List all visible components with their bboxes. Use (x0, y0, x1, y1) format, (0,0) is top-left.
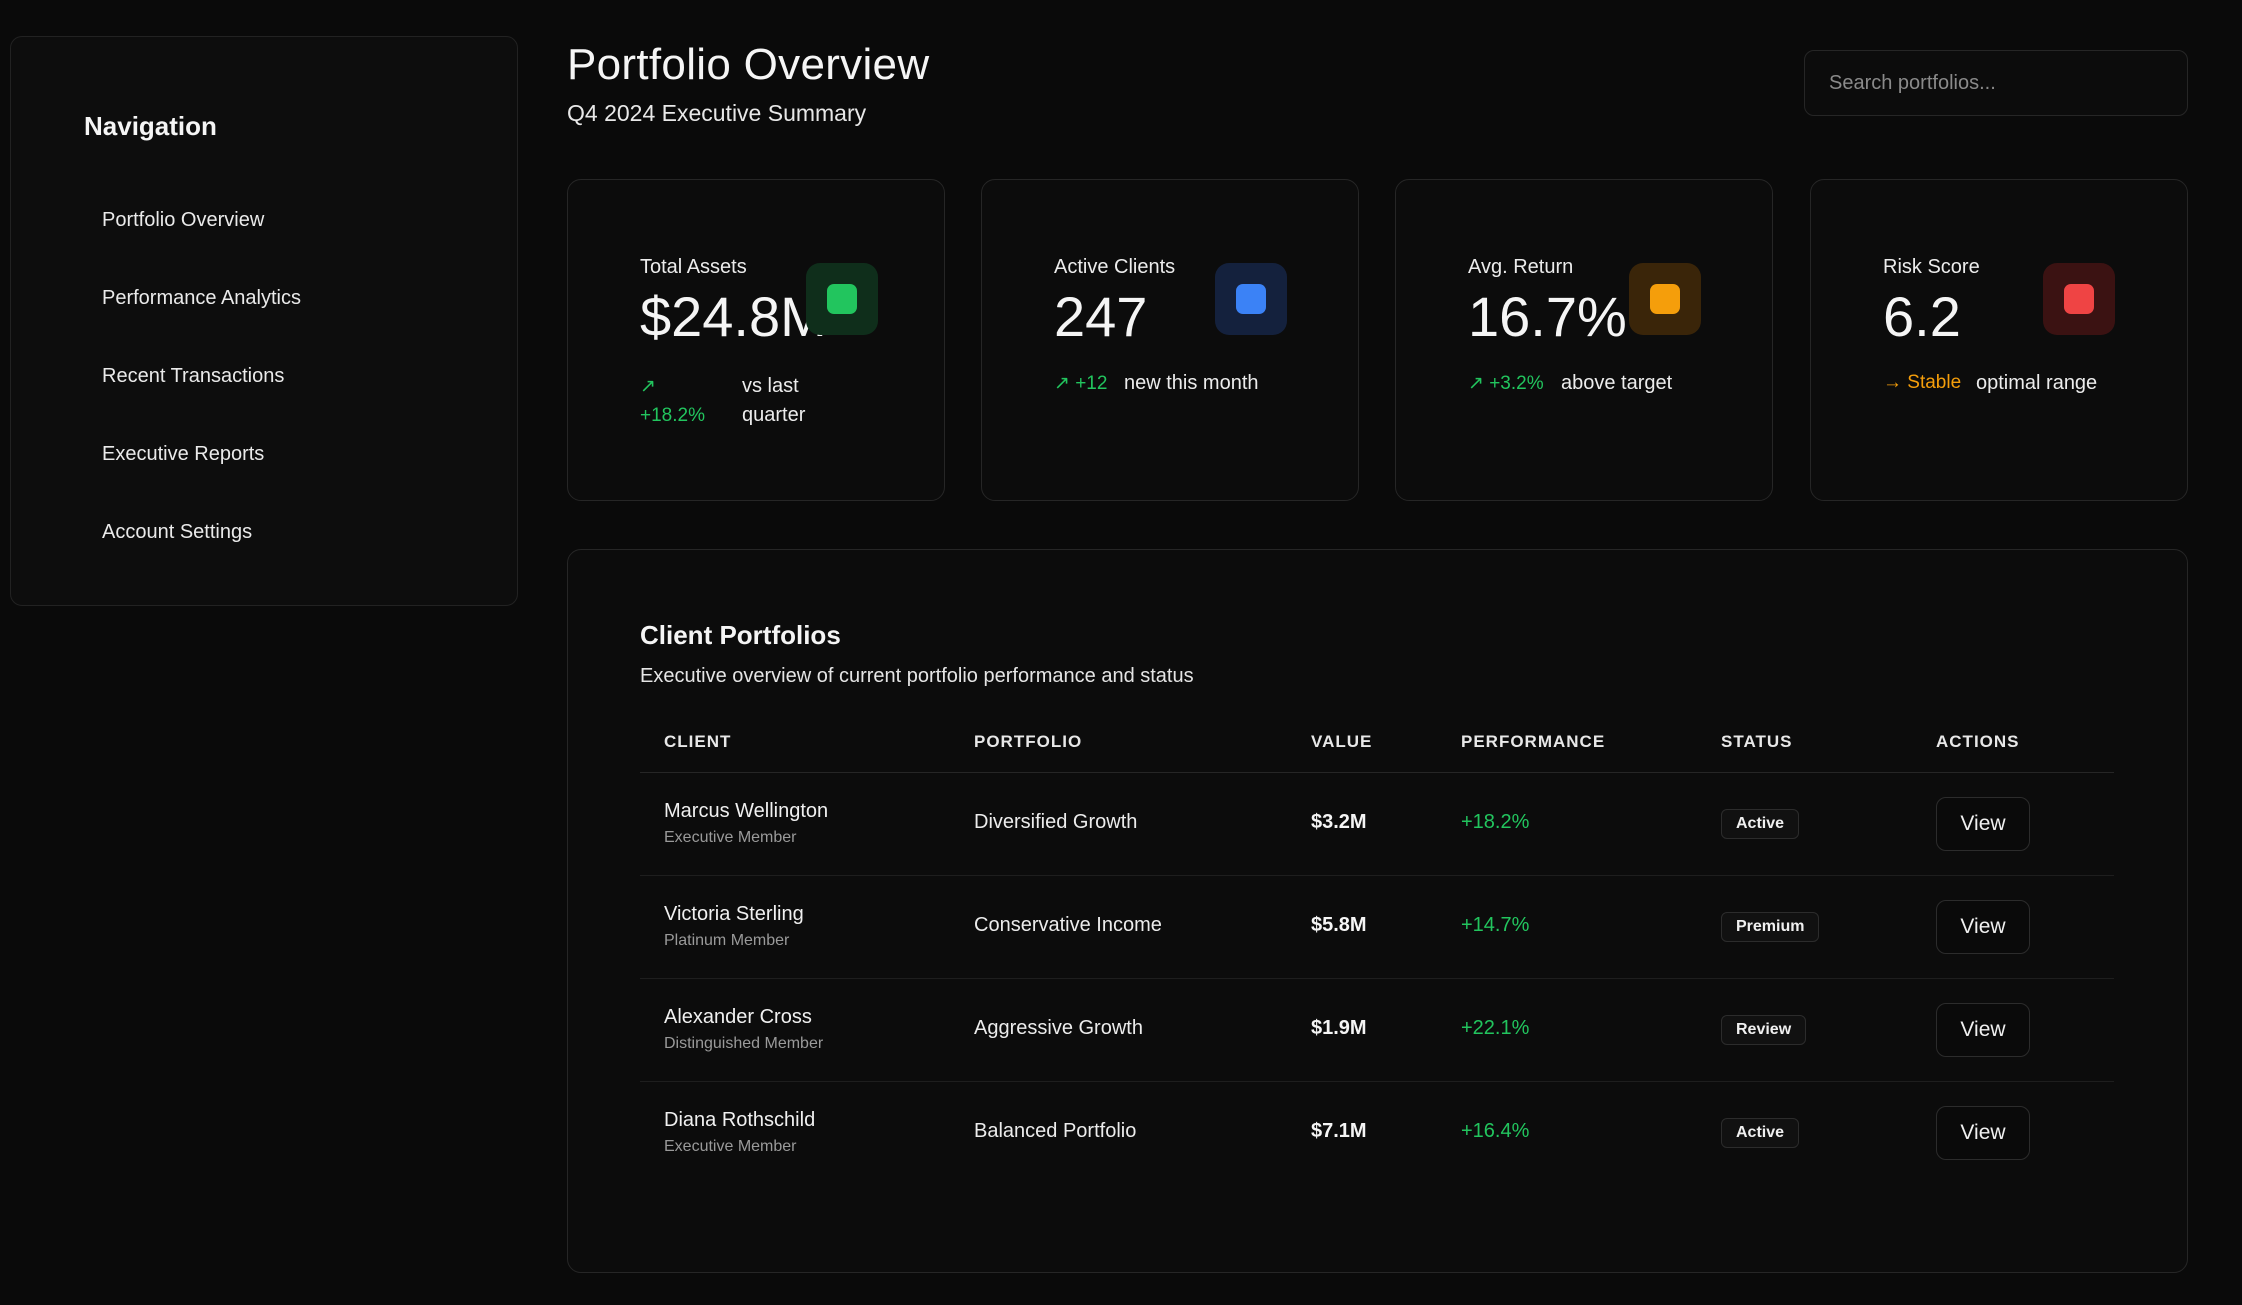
portfolio-performance: +18.2% (1461, 811, 1530, 833)
stat-change: ↗ +18.2% (640, 372, 705, 430)
icon-dot (1236, 284, 1266, 314)
table-row: Victoria Sterling Platinum Member Conser… (640, 876, 2114, 979)
portfolio-performance: +14.7% (1461, 914, 1530, 936)
portfolio-name: Conservative Income (974, 914, 1162, 936)
stat-label: Active Clients (1054, 256, 1176, 278)
arrow-right-icon: → (1883, 372, 1902, 393)
stat-card-risk-score: Risk Score 6.2 → Stable optimal range (1810, 179, 2188, 501)
stat-change-value: +12 (1075, 373, 1108, 394)
stat-note: optimal range (1976, 372, 2098, 394)
portfolio-name: Diversified Growth (974, 811, 1138, 833)
icon-dot (1650, 284, 1680, 314)
portfolio-value: $7.1M (1311, 1120, 1367, 1142)
trend-up-icon: ↗ (1468, 373, 1484, 394)
stat-change-value: +18.2% (640, 405, 705, 426)
stat-change: → Stable (1883, 372, 1961, 394)
stat-value: $24.8M (640, 285, 827, 348)
portfolio-value: $3.2M (1311, 811, 1367, 833)
sidebar: Navigation Portfolio Overview Performanc… (10, 36, 518, 606)
stat-note: above target (1561, 372, 1673, 394)
sidebar-title: Navigation (84, 111, 217, 141)
sidebar-item-executive-reports[interactable]: Executive Reports (102, 443, 301, 521)
client-tier: Executive Member (664, 1138, 797, 1155)
client-tier: Distinguished Member (664, 1035, 824, 1052)
search-input[interactable] (1804, 50, 2188, 116)
client-tier: Executive Member (664, 829, 797, 846)
table-row: Diana Rothschild Executive Member Balanc… (640, 1082, 2114, 1184)
column-header-value: VALUE (1311, 732, 1373, 751)
portfolio-performance: +16.4% (1461, 1120, 1530, 1142)
client-name: Marcus Wellington (664, 800, 829, 822)
page-subtitle: Q4 2024 Executive Summary (567, 100, 867, 126)
stat-card-avg-return: Avg. Return 16.7% ↗ +3.2% above target (1395, 179, 1773, 501)
stat-label: Avg. Return (1468, 256, 1574, 278)
column-header-actions: ACTIONS (1936, 732, 2020, 751)
table-row: Marcus Wellington Executive Member Diver… (640, 773, 2114, 876)
sidebar-item-portfolio-overview[interactable]: Portfolio Overview (102, 209, 301, 287)
stat-note: new this month (1124, 372, 1259, 394)
stat-change-value: +3.2% (1489, 373, 1544, 394)
icon-dot (827, 284, 857, 314)
stat-value: 247 (1054, 285, 1148, 348)
column-header-status: STATUS (1721, 732, 1793, 751)
green-square-icon (806, 263, 878, 335)
stat-label: Risk Score (1883, 256, 1980, 278)
stat-note: vs last quarter (742, 375, 806, 426)
stat-card-active-clients: Active Clients 247 ↗ +12 new this month (981, 179, 1359, 501)
status-badge: Active (1721, 1118, 1800, 1148)
client-name: Victoria Sterling (664, 903, 804, 925)
status-badge: Review (1721, 1015, 1807, 1045)
trend-up-icon: ↗ (1054, 373, 1070, 394)
portfolio-value: $1.9M (1311, 1017, 1367, 1039)
stat-value: 6.2 (1883, 285, 1961, 348)
icon-dot (2064, 284, 2094, 314)
client-name: Diana Rothschild (664, 1109, 816, 1131)
blue-square-icon (1215, 263, 1287, 335)
red-square-icon (2043, 263, 2115, 335)
table-row: Alexander Cross Distinguished Member Agg… (640, 979, 2114, 1082)
sidebar-item-account-settings[interactable]: Account Settings (102, 521, 301, 599)
page-title: Portfolio Overview (567, 40, 930, 89)
portfolio-value: $5.8M (1311, 914, 1367, 936)
stat-change-value: Stable (1907, 372, 1962, 393)
trend-up-icon: ↗ (640, 376, 656, 397)
stat-change: ↗ +12 (1054, 372, 1107, 395)
client-portfolios-panel: Client Portfolios Executive overview of … (567, 549, 2188, 1273)
stat-change: ↗ +3.2% (1468, 372, 1544, 395)
column-header-portfolio: PORTFOLIO (974, 732, 1083, 751)
view-button[interactable]: View (1936, 1003, 2030, 1057)
orange-square-icon (1629, 263, 1701, 335)
table-title: Client Portfolios (640, 620, 841, 650)
status-badge: Premium (1721, 912, 1820, 942)
sidebar-item-performance-analytics[interactable]: Performance Analytics (102, 287, 301, 365)
view-button[interactable]: View (1936, 797, 2030, 851)
column-header-client: CLIENT (664, 732, 732, 751)
column-header-performance: PERFORMANCE (1461, 732, 1606, 751)
table-subtitle: Executive overview of current portfolio … (640, 665, 1194, 687)
stat-value: 16.7% (1468, 285, 1627, 348)
status-badge: Active (1721, 809, 1800, 839)
sidebar-nav-list: Portfolio Overview Performance Analytics… (102, 209, 301, 599)
stat-card-total-assets: Total Assets $24.8M ↗ +18.2% vs last qua… (567, 179, 945, 501)
client-tier: Platinum Member (664, 932, 790, 949)
portfolio-name: Balanced Portfolio (974, 1120, 1137, 1142)
view-button[interactable]: View (1936, 1106, 2030, 1160)
portfolio-performance: +22.1% (1461, 1017, 1530, 1039)
table-header: CLIENT PORTFOLIO VALUE PERFORMANCE STATU… (640, 710, 2114, 773)
client-name: Alexander Cross (664, 1006, 812, 1028)
sidebar-item-recent-transactions[interactable]: Recent Transactions (102, 365, 301, 443)
stat-label: Total Assets (640, 256, 747, 278)
view-button[interactable]: View (1936, 900, 2030, 954)
portfolio-name: Aggressive Growth (974, 1017, 1143, 1039)
